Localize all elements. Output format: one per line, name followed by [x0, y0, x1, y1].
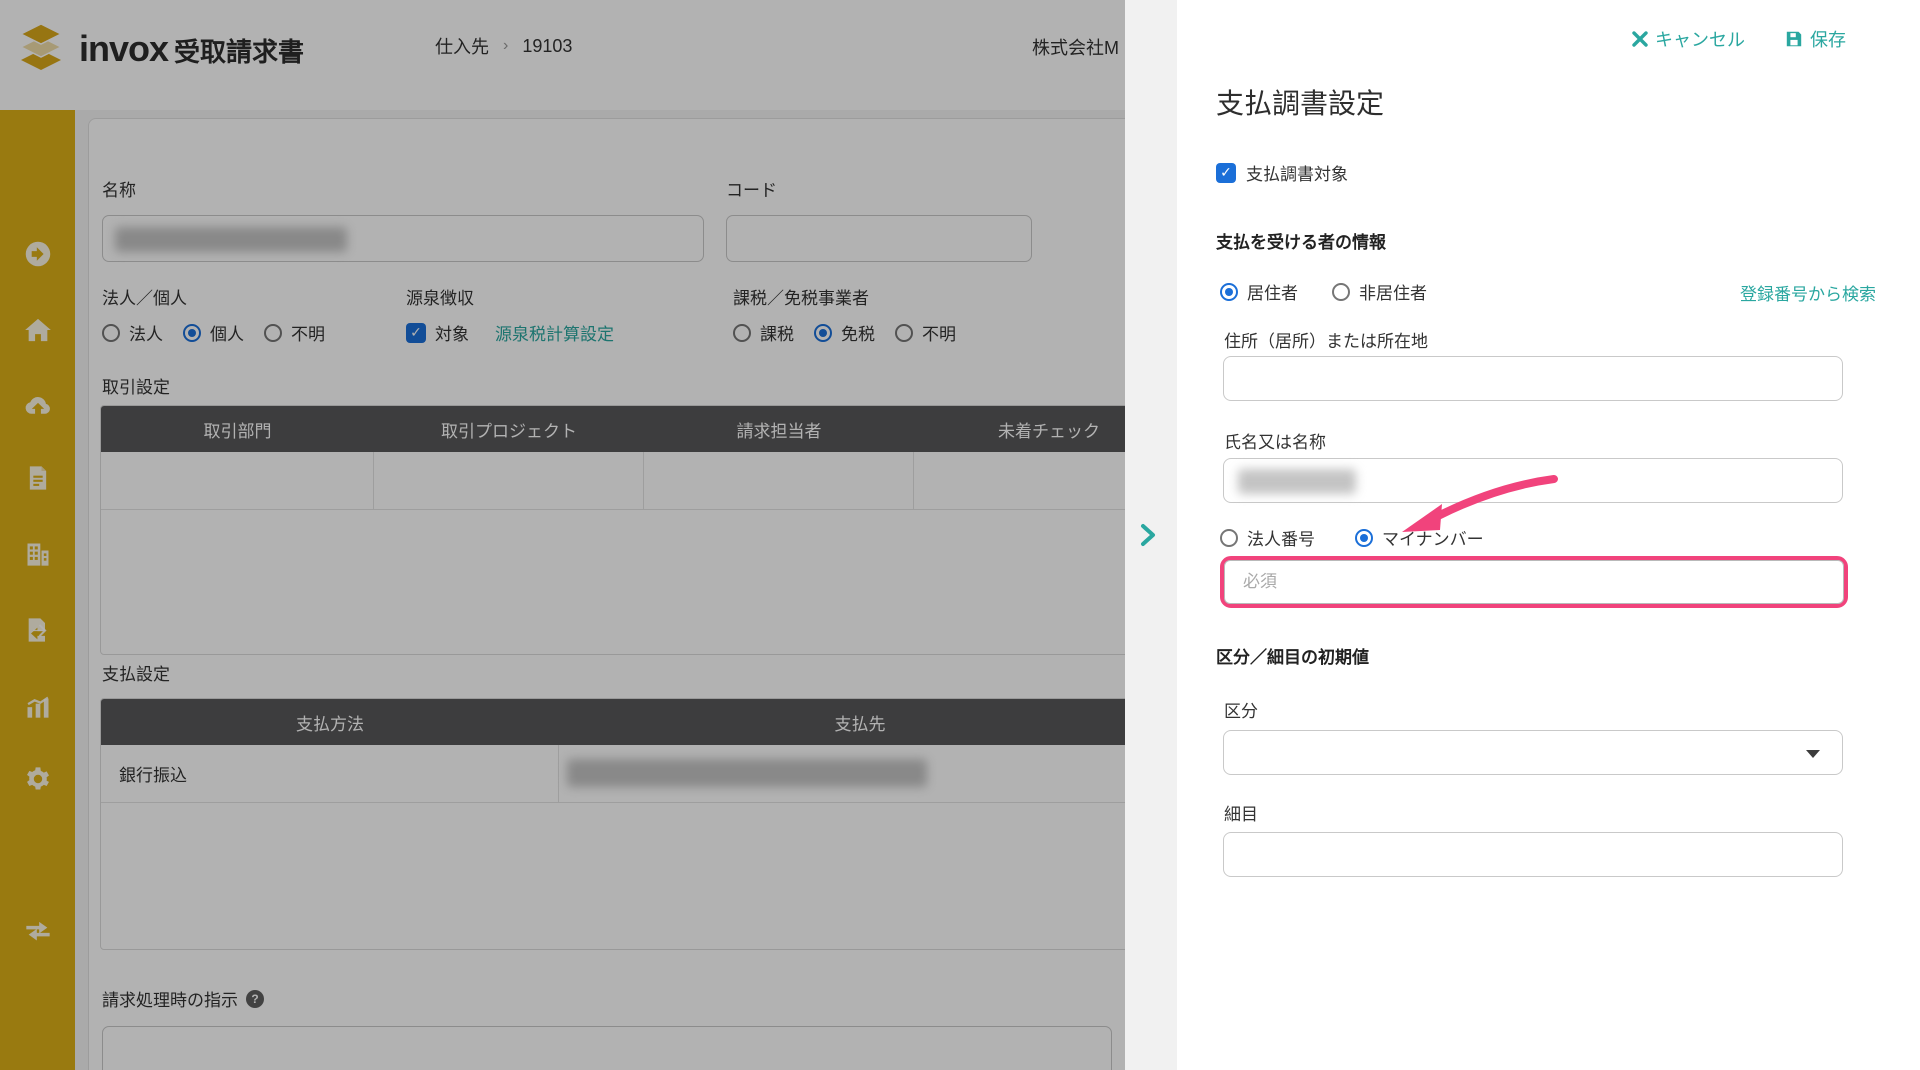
payment-record-drawer: キャンセル 保存 支払調書設定 ✓ 支払調書対象 支払を受ける者の情報 居住者 … — [1177, 0, 1920, 1070]
drawer-title: 支払調書設定 — [1216, 88, 1385, 119]
my-number-required-highlight — [1220, 556, 1848, 608]
cancel-button[interactable]: キャンセル — [1632, 26, 1745, 52]
dim-overlay — [0, 0, 1125, 1070]
kubun-label: 区分 — [1224, 702, 1258, 721]
saimoku-input[interactable] — [1223, 832, 1843, 877]
save-icon — [1786, 31, 1802, 47]
radio-circle-icon — [1332, 282, 1350, 301]
radio-corp-number[interactable]: 法人番号 — [1220, 525, 1315, 550]
payee-name-label: 氏名又は名称 — [1224, 433, 1326, 452]
radio-circle-icon — [1220, 528, 1238, 547]
target-checkbox-row[interactable]: ✓ 支払調書対象 — [1216, 160, 1348, 185]
radio-circle-icon — [1220, 282, 1238, 301]
radio-circle-icon — [1355, 528, 1373, 547]
checkbox-check-icon: ✓ — [1216, 162, 1236, 183]
annotation-arrow-icon — [1392, 472, 1562, 543]
radio-resident[interactable]: 居住者 — [1220, 279, 1298, 304]
saimoku-label: 細目 — [1224, 805, 1258, 824]
redacted-payee-name — [1238, 469, 1356, 494]
save-button[interactable]: 保存 — [1785, 26, 1846, 52]
defaults-section-heading: 区分／細目の初期値 — [1216, 648, 1369, 667]
registration-search-link[interactable]: 登録番号から検索 — [1740, 280, 1876, 305]
collapse-drawer-chevron-icon[interactable] — [1139, 523, 1157, 552]
address-input[interactable] — [1223, 356, 1843, 401]
chevron-down-icon — [1806, 750, 1820, 758]
kubun-select[interactable] — [1223, 730, 1843, 775]
x-icon — [1632, 31, 1648, 47]
payee-section-heading: 支払を受ける者の情報 — [1216, 233, 1386, 252]
address-label: 住所（居所）または所在地 — [1224, 332, 1428, 351]
main-application-region: invox 受取請求書 仕入先 › 19103 株式会社M 名称 コード 法人／… — [0, 0, 1125, 1070]
my-number-input[interactable] — [1224, 560, 1844, 604]
app-window: invox 受取請求書 仕入先 › 19103 株式会社M 名称 コード 法人／… — [0, 0, 1920, 1070]
radio-nonresident[interactable]: 非居住者 — [1332, 279, 1427, 304]
drawer-edge-strip — [1125, 0, 1177, 1070]
residency-options: 居住者 非居住者 — [1220, 279, 1427, 304]
